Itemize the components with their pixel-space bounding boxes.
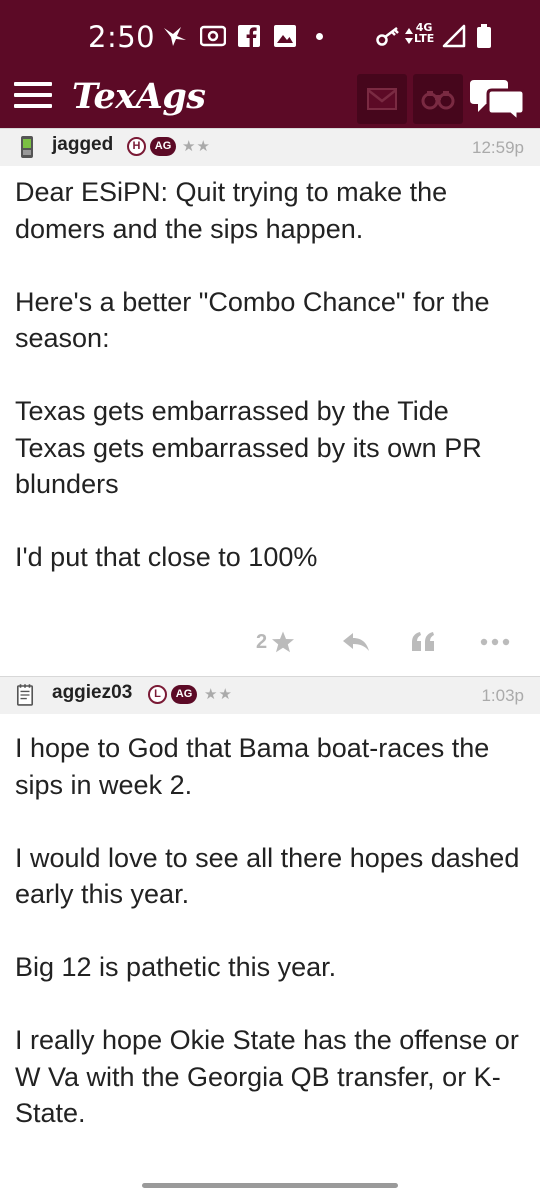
post-body: I hope to God that Bama boat-races the s… [15,730,525,1132]
username[interactable]: aggiez03 [52,682,132,704]
rate-button[interactable]: 2 [256,622,295,662]
status-time: 2:50 [88,20,156,54]
post-header: jagged H AG ★★ 12:59p [0,128,540,166]
user-badge-letter: H [127,137,146,156]
battery-icon [476,24,492,48]
post-actions: 2 [0,622,540,662]
quote-button[interactable] [410,622,436,662]
post-paragraph: I would love to see all there hopes dash… [15,842,520,910]
key-icon [376,24,402,48]
post-header: aggiez03 L AG ★★ 1:03p [0,676,540,714]
watch-button[interactable] [413,74,463,124]
post-paragraph: I really hope Okie State has the offense… [15,1025,519,1128]
more-options-button[interactable] [480,622,510,662]
user-stars: ★★ [182,138,211,155]
facebook-icon [238,24,260,48]
reply-button[interactable] [342,622,370,662]
menu-icon[interactable] [14,82,52,114]
user-badge-letter: L [148,685,167,704]
bird-app-icon [160,24,190,48]
more-icon [480,638,510,646]
site-logo[interactable]: TexAgs [72,76,206,117]
user-badge-ag: AG [171,685,197,704]
quote-icon [412,632,434,651]
phone-icon [21,136,33,158]
reply-icon [343,633,369,651]
radio-icon [200,24,226,48]
post-time: 12:59p [472,138,524,157]
post-time: 1:03p [481,686,524,705]
post-paragraph: Here's a better "Combo Chance" for the s… [15,286,490,354]
post-paragraph: Dear ESiPN: Quit trying to make the dome… [15,177,448,244]
username[interactable]: jagged [52,134,113,156]
status-bar: 2:50 4G LTE [0,0,540,68]
forum-icon[interactable] [470,76,526,125]
gesture-navigation-bar[interactable] [142,1183,398,1188]
network-type-label: 4G LTE [414,21,435,45]
binoculars-icon [421,91,455,110]
notepad-icon [16,684,34,706]
user-badge-ag: AG [150,137,176,156]
signal-icon [442,24,466,48]
post-paragraph: I'd put that close to 100% [15,542,318,572]
app-bar: TexAgs [0,68,540,130]
mail-icon [367,88,397,110]
post-paragraph: I hope to God that Bama boat-races the s… [15,733,490,800]
post-body: Dear ESiPN: Quit trying to make the dome… [15,174,525,576]
image-icon [274,24,296,48]
post-paragraph: Big 12 is pathetic this year. [15,952,337,982]
user-stars: ★★ [204,686,233,703]
notification-dot [316,33,323,40]
star-icon [272,631,295,653]
post-paragraph: Texas gets embarrassed by the Tide Texas… [15,396,482,499]
mail-button[interactable] [357,74,407,124]
rating-count: 2 [256,630,268,653]
